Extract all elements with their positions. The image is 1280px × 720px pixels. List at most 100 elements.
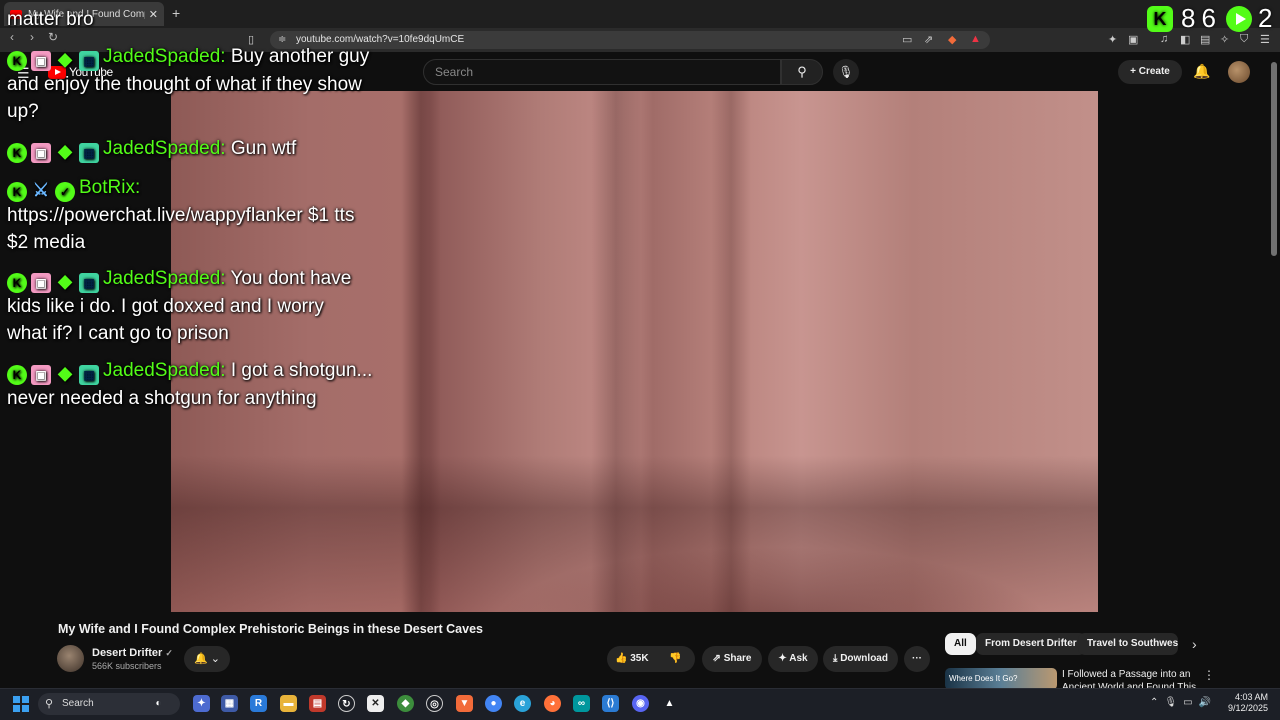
channel-name-text: Desert Drifter bbox=[92, 647, 163, 659]
sub-badge-icon: ▦ bbox=[79, 365, 99, 385]
video-title: My Wife and I Found Complex Prehistoric … bbox=[58, 622, 483, 636]
chat-username: JadedSpaded: bbox=[103, 138, 226, 159]
brave-shield-icon[interactable]: ◆ bbox=[948, 33, 956, 46]
recommended-more-icon[interactable]: ⋮ bbox=[1203, 668, 1215, 682]
edge-icon[interactable]: e bbox=[514, 695, 531, 712]
download-button[interactable]: ⤓ Download bbox=[823, 646, 898, 672]
gift-badge-icon: ▣ bbox=[31, 51, 51, 71]
more-actions-button[interactable]: ··· bbox=[904, 646, 930, 672]
recommended-thumbnail[interactable]: Where Does It Go? bbox=[945, 668, 1057, 690]
chat-username: JadedSpaded: bbox=[103, 268, 226, 289]
file-explorer-icon[interactable]: ▬ bbox=[280, 695, 297, 712]
play-badge-icon bbox=[1225, 5, 1252, 32]
diamond-badge-icon: ◆ bbox=[58, 49, 72, 69]
copilot-icon[interactable]: ◐ bbox=[150, 695, 167, 712]
page-scrollbar[interactable] bbox=[1271, 62, 1277, 256]
thumbs-up-icon: 👍 bbox=[615, 653, 628, 664]
arduino-icon[interactable]: ∞ bbox=[573, 695, 590, 712]
kick-logo-icon: K bbox=[1147, 5, 1173, 32]
chat-text-continued: and enjoy the thought of what if they sh… bbox=[7, 74, 362, 95]
app-icon[interactable]: ◆ bbox=[397, 695, 414, 712]
gift-badge-icon: ▣ bbox=[31, 273, 51, 293]
chat-text: You dont have bbox=[230, 268, 352, 289]
app-icon[interactable]: ▤ bbox=[309, 695, 326, 712]
media-icon[interactable]: ♫ bbox=[1160, 33, 1168, 45]
new-tab-button[interactable]: + bbox=[172, 5, 180, 21]
kick-badge-icon: K bbox=[7, 51, 27, 71]
notifications-bell-icon[interactable]: 🔔 bbox=[1193, 63, 1210, 80]
channel-name[interactable]: Desert Drifter ✓ bbox=[92, 647, 173, 659]
discord-icon[interactable]: ◉ bbox=[632, 695, 649, 712]
sword-badge-icon: ⚔ bbox=[32, 180, 50, 200]
url-bar[interactable]: ≑ youtube.com/watch?v=10fe9dqUmCE bbox=[270, 31, 990, 49]
ask-button[interactable]: ✦ Ask bbox=[768, 646, 818, 672]
chat-text-continued: https://powerchat.live/wappyflanker $1 t… bbox=[7, 205, 355, 226]
chip-all[interactable]: All bbox=[945, 633, 976, 655]
mic-icon: 🎙 bbox=[838, 65, 854, 79]
wallet-icon[interactable]: ▤ bbox=[1200, 33, 1210, 46]
clock-date: 9/12/2025 bbox=[1227, 703, 1268, 713]
rock-shadow bbox=[711, 91, 751, 612]
chat-text: Gun wtf bbox=[230, 138, 297, 159]
chrome-icon[interactable]: ● bbox=[485, 695, 502, 712]
app-icon[interactable]: ✦ bbox=[193, 695, 210, 712]
firefox-icon[interactable]: ◕ bbox=[544, 695, 561, 712]
dislike-button[interactable]: 👎 bbox=[669, 646, 681, 672]
vpn-icon[interactable]: ⛉ bbox=[1240, 33, 1248, 46]
vscode-icon[interactable]: ⟨⟩ bbox=[602, 695, 619, 712]
windows-start-icon[interactable] bbox=[13, 696, 29, 712]
search-input[interactable]: Search bbox=[423, 59, 781, 85]
share-label: Share bbox=[723, 653, 752, 664]
search-button[interactable]: ⚲ bbox=[781, 59, 823, 85]
bell-icon: 🔔 bbox=[194, 653, 208, 665]
extensions-icon[interactable]: ✦ bbox=[1108, 33, 1117, 46]
chat-text-continued: $2 media bbox=[7, 232, 86, 253]
sub-badge-icon: ▦ bbox=[79, 273, 99, 293]
subscribed-bell-button[interactable]: 🔔 ⌄ bbox=[184, 646, 230, 672]
thumbs-down-icon: 👎 bbox=[669, 653, 682, 664]
menu-icon[interactable]: ☰ bbox=[1260, 33, 1270, 46]
app-icon[interactable]: R bbox=[250, 695, 267, 712]
counter-left: 8 bbox=[1181, 3, 1196, 33]
screenshot-icon[interactable]: ▣ bbox=[1128, 33, 1138, 46]
taskbar-clock[interactable]: 4:03 AM 9/12/2025 bbox=[1226, 692, 1268, 714]
stream-counter: K 8 6 2 bbox=[1147, 3, 1272, 34]
diamond-badge-icon: ◆ bbox=[58, 141, 72, 161]
sparkle-icon: ✦ bbox=[778, 653, 790, 664]
cast-icon[interactable]: ▭ bbox=[902, 33, 912, 46]
download-label: Download bbox=[840, 653, 888, 664]
chip-from-channel[interactable]: From Desert Drifter bbox=[976, 633, 1086, 655]
voice-search-button[interactable]: 🎙 bbox=[833, 59, 859, 85]
user-avatar[interactable] bbox=[1228, 61, 1250, 83]
chevron-down-icon: ⌄ bbox=[210, 653, 220, 665]
tab-close-icon[interactable]: ✕ bbox=[149, 8, 158, 21]
chat-text-continued: never needed a shotgun for anything bbox=[7, 388, 317, 409]
chip-travel[interactable]: Travel to Southwestern bbox=[1078, 633, 1178, 655]
chat-username: JadedSpaded: bbox=[103, 46, 226, 67]
app-icon[interactable]: ▲ bbox=[661, 695, 678, 712]
chat-text-continued: kids like i do. I got doxxed and I worry bbox=[7, 296, 324, 317]
brave-icon[interactable]: ▼ bbox=[456, 695, 473, 712]
share-page-icon[interactable]: ⇗ bbox=[924, 33, 933, 46]
capcut-icon[interactable]: ✕ bbox=[367, 695, 384, 712]
app-icon[interactable]: ◎ bbox=[426, 695, 443, 712]
leo-icon[interactable]: ✧ bbox=[1220, 33, 1229, 46]
system-tray[interactable]: ⌃🎙▭🔊 bbox=[1150, 697, 1217, 708]
search-icon: ⚲ bbox=[45, 698, 54, 710]
brave-rewards-icon[interactable]: ▲ bbox=[970, 33, 981, 45]
sidebar-icon[interactable]: ◧ bbox=[1180, 33, 1190, 46]
like-count: 35K bbox=[630, 653, 649, 664]
chat-text: Buy another guy bbox=[230, 46, 370, 67]
share-button[interactable]: ⇗ Share bbox=[702, 646, 762, 672]
app-icon[interactable]: ↻ bbox=[338, 695, 355, 712]
chat-message: K ▣ ◆ ▦ JadedSpaded: You dont have kids like… bbox=[7, 265, 351, 347]
chips-next-icon[interactable]: › bbox=[1192, 636, 1197, 652]
like-button[interactable]: 👍 35K bbox=[615, 653, 649, 664]
create-button[interactable]: + Create bbox=[1118, 60, 1182, 84]
gift-badge-icon: ▣ bbox=[31, 143, 51, 163]
video-player[interactable] bbox=[171, 91, 1098, 612]
app-icon[interactable]: ▦ bbox=[221, 695, 238, 712]
recommended-title[interactable]: I Followed a Passage into an Ancient Wor… bbox=[1062, 668, 1202, 690]
channel-avatar[interactable] bbox=[57, 645, 84, 672]
kick-badge-icon: K bbox=[7, 182, 27, 202]
